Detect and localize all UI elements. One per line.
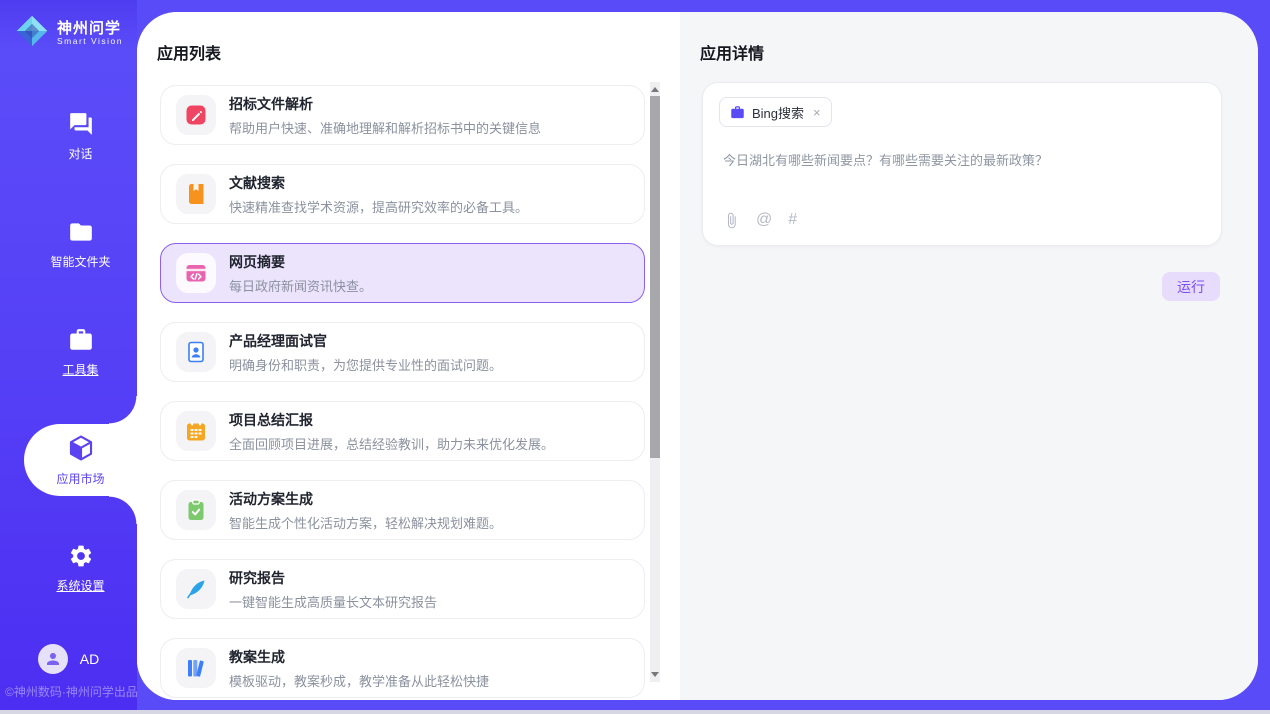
- brand-logo: 神州问学 Smart Vision: [0, 13, 137, 54]
- run-button[interactable]: 运行: [1162, 272, 1220, 301]
- quill-icon: [176, 569, 216, 609]
- pen-square-icon: [176, 95, 216, 135]
- brand-diamond-icon: [14, 13, 50, 54]
- brand-tagline: Smart Vision: [57, 37, 123, 47]
- book-icon: [176, 174, 216, 214]
- books-icon: [176, 648, 216, 688]
- scroll-up-icon[interactable]: [651, 87, 659, 92]
- scroll-down-icon[interactable]: [651, 672, 659, 677]
- app-card-title: 文献搜索: [229, 173, 528, 193]
- browser-icon: [176, 253, 216, 293]
- tool-chip-label: Bing搜索: [752, 103, 804, 122]
- app-card-title: 产品经理面试官: [229, 331, 502, 351]
- user-name: AD: [80, 651, 99, 667]
- app-card[interactable]: 教案生成 模板驱动，教案秒成，教学准备从此轻松快捷: [160, 638, 645, 698]
- gear-icon: [68, 543, 94, 569]
- avatar: [38, 644, 68, 674]
- briefcase-icon: [68, 327, 94, 353]
- app-card-desc: 一键智能生成高质量长文本研究报告: [229, 592, 437, 611]
- app-card[interactable]: 招标文件解析 帮助用户快速、准确地理解和解析招标书中的关键信息: [160, 85, 645, 145]
- app-card-desc: 全面回顾项目进展，总结经验教训，助力未来优化发展。: [229, 434, 554, 453]
- close-icon[interactable]: ×: [813, 105, 821, 120]
- app-card-title: 招标文件解析: [229, 94, 541, 114]
- app-card-title: 教案生成: [229, 647, 489, 667]
- scrollbar[interactable]: [650, 82, 660, 682]
- app-card-desc: 快速精准查找学术资源，提高研究效率的必备工具。: [229, 197, 528, 216]
- app-card[interactable]: 项目总结汇报 全面回顾项目进展，总结经验教训，助力未来优化发展。: [160, 401, 645, 461]
- calendar-icon: [176, 411, 216, 451]
- sidebar-item-settings[interactable]: 系统设置: [24, 532, 137, 604]
- sidebar-item-tools[interactable]: 工具集: [24, 316, 137, 388]
- prompt-input[interactable]: 今日湖北有哪些新闻要点？有哪些需要关注的最新政策？: [723, 151, 1201, 171]
- app-card-title: 项目总结汇报: [229, 410, 554, 430]
- app-detail-title: 应用详情: [700, 40, 764, 64]
- app-card-desc: 模板驱动，教案秒成，教学准备从此轻松快捷: [229, 671, 489, 690]
- clipboard-check-icon: [176, 490, 216, 530]
- content-area: 应用列表 招标文件解析 帮助用户快速、准确地理解和解析招标书中的关键信息 文献搜…: [137, 12, 1258, 700]
- app-detail-panel: 应用详情 Bing搜索 × 今日湖北有哪些新闻要点？有哪些需要关注的最新政策？ …: [680, 12, 1258, 700]
- at-icon[interactable]: @: [756, 211, 772, 229]
- app-card-title: 活动方案生成: [229, 489, 502, 509]
- sidebar-item-label: 智能文件夹: [50, 253, 110, 270]
- app-window: 神州问学 Smart Vision 对话 智能文件夹 工具集 应用市场 系统设置…: [0, 0, 1270, 710]
- paperclip-icon[interactable]: [723, 212, 740, 229]
- sidebar-item-label: 对话: [68, 145, 92, 162]
- app-card-title: 网页摘要: [229, 252, 372, 272]
- brand-name: 神州问学: [57, 20, 123, 37]
- app-card[interactable]: 研究报告 一键智能生成高质量长文本研究报告: [160, 559, 645, 619]
- app-card-list: 招标文件解析 帮助用户快速、准确地理解和解析招标书中的关键信息 文献搜索 快速精…: [160, 85, 645, 700]
- app-card[interactable]: 网页摘要 每日政府新闻资讯快查。: [160, 243, 645, 303]
- tool-chip-bing[interactable]: Bing搜索 ×: [719, 97, 832, 127]
- sidebar-item-label: 系统设置: [56, 577, 104, 594]
- briefcase-icon: [730, 105, 745, 120]
- copyright-footer: ©神州数码·神州问学出品: [5, 683, 138, 700]
- sidebar: 神州问学 Smart Vision 对话 智能文件夹 工具集 应用市场 系统设置…: [0, 0, 137, 710]
- app-card-desc: 明确身份和职责，为您提供专业性的面试问题。: [229, 355, 502, 374]
- folder-icon: [68, 219, 94, 245]
- sidebar-item-label: 应用市场: [56, 470, 104, 487]
- prompt-card: Bing搜索 × 今日湖北有哪些新闻要点？有哪些需要关注的最新政策？ @#: [702, 82, 1222, 246]
- app-card-desc: 智能生成个性化活动方案，轻松解决规划难题。: [229, 513, 502, 532]
- sidebar-item-label: 工具集: [62, 361, 98, 378]
- sidebar-item-folders[interactable]: 智能文件夹: [24, 208, 137, 280]
- sidebar-item-market[interactable]: 应用市场: [24, 424, 137, 496]
- app-card-desc: 每日政府新闻资讯快查。: [229, 276, 372, 295]
- chat-icon: [68, 111, 94, 137]
- app-card[interactable]: 活动方案生成 智能生成个性化活动方案，轻松解决规划难题。: [160, 480, 645, 540]
- hash-icon[interactable]: #: [788, 211, 797, 229]
- interview-icon: [176, 332, 216, 372]
- app-list-panel: 应用列表 招标文件解析 帮助用户快速、准确地理解和解析招标书中的关键信息 文献搜…: [137, 12, 680, 700]
- app-card-title: 研究报告: [229, 568, 437, 588]
- app-card[interactable]: 产品经理面试官 明确身份和职责，为您提供专业性的面试问题。: [160, 322, 645, 382]
- app-list-title: 应用列表: [157, 40, 221, 64]
- prompt-toolbar: @#: [723, 211, 797, 229]
- scrollbar-thumb[interactable]: [650, 96, 660, 458]
- sidebar-item-chat[interactable]: 对话: [24, 100, 137, 172]
- app-card-desc: 帮助用户快速、准确地理解和解析招标书中的关键信息: [229, 118, 541, 137]
- user-row[interactable]: AD: [0, 644, 137, 674]
- app-card[interactable]: 文献搜索 快速精准查找学术资源，提高研究效率的必备工具。: [160, 164, 645, 224]
- cube-icon: [67, 434, 95, 462]
